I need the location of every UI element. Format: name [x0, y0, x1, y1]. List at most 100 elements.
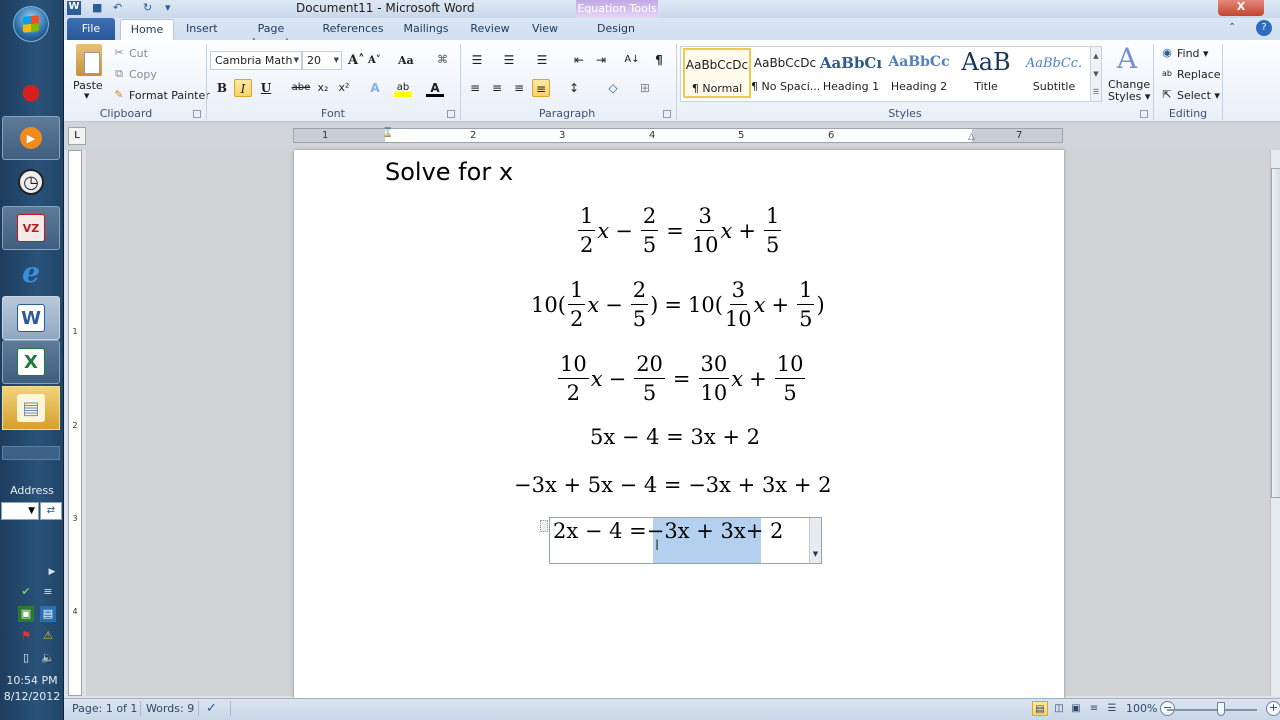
equation-line-6[interactable]: 2x − 4 = −3x + 3x + 2 — [553, 519, 783, 543]
clock-date[interactable]: 8/12/2012 — [0, 690, 64, 703]
justify-button[interactable]: ≡ — [532, 79, 550, 97]
minimize-ribbon-icon[interactable]: ⌃ — [1228, 22, 1236, 33]
style-normal[interactable]: AaBbCcDc ¶ Normal — [683, 48, 751, 98]
taskbar-media-player[interactable]: ▶ — [2, 116, 60, 160]
zoom-in-button[interactable]: + — [1266, 701, 1280, 716]
font-launcher-icon[interactable] — [447, 110, 455, 118]
close-button[interactable]: X — [1218, 0, 1264, 16]
paste-icon[interactable] — [76, 44, 102, 76]
tray-monitor-icon[interactable]: ▣ — [18, 606, 34, 622]
vertical-ruler[interactable]: 1 2 3 4 — [68, 150, 82, 696]
address-go-button[interactable]: ⇄ — [40, 502, 62, 520]
tray-connection-icon[interactable]: ▤ — [40, 606, 56, 622]
scrollbar-thumb[interactable] — [1271, 168, 1280, 498]
style-heading-2[interactable]: AaBbCc Heading 2 — [885, 48, 953, 98]
tab-view[interactable]: View — [530, 22, 560, 40]
tray-flag-icon[interactable]: ⚑ — [18, 628, 34, 644]
style-subtitle[interactable]: AaBbCc. Subtitle — [1020, 48, 1088, 98]
text-effects-button[interactable]: A — [366, 79, 384, 97]
taskbar-excel[interactable]: X — [2, 340, 60, 384]
style-title[interactable]: AaB Title — [952, 48, 1020, 98]
italic-button[interactable]: I — [234, 79, 252, 97]
taskbar-file-explorer[interactable]: ▤ — [2, 386, 60, 430]
align-left-button[interactable]: ≡ — [466, 79, 484, 97]
tray-network-ok-icon[interactable]: ✔ — [18, 584, 34, 600]
tray-warning-icon[interactable]: ⚠ — [40, 628, 56, 644]
tab-home[interactable]: Home — [120, 19, 174, 41]
proofing-icon[interactable]: ✓ — [206, 701, 217, 716]
change-case-button[interactable]: Aa — [398, 54, 414, 67]
print-layout-view-button[interactable]: ▤ — [1032, 701, 1048, 716]
replace-button[interactable]: ab Replace — [1160, 67, 1221, 81]
tray-expand-icon[interactable]: ▶ — [44, 564, 60, 580]
cut-button[interactable]: ✂ Cut — [112, 46, 148, 60]
chevron-down-icon[interactable]: ▼ — [334, 52, 339, 69]
tray-volume-muted-icon[interactable]: 🔈 — [40, 650, 56, 666]
tab-mailings[interactable]: Mailings — [402, 22, 450, 40]
font-color-button[interactable]: A — [426, 79, 444, 97]
zoom-slider-thumb[interactable] — [1217, 702, 1225, 716]
draft-view-button[interactable]: ☰ — [1104, 701, 1120, 716]
style-no-spacing[interactable]: AaBbCcDc ¶ No Spaci... — [751, 48, 820, 98]
taskbar-pdf-app[interactable]: VZ — [2, 206, 60, 250]
line-spacing-button[interactable]: ↕ — [565, 79, 583, 97]
equation-line-3[interactable]: 10 2 x − 20 5 = 30 10 x + 10 5 — [556, 350, 807, 407]
taskbar-internet-explorer[interactable]: e — [2, 250, 60, 294]
grow-font-button[interactable]: A˄ — [348, 53, 365, 68]
equation-line-5[interactable]: −3x + 5x − 4 = −3x + 3x + 2 — [514, 473, 831, 497]
clear-formatting-button[interactable]: ⌘ — [437, 53, 448, 66]
underline-button[interactable]: U — [257, 79, 275, 97]
copy-button[interactable]: ⧉ Copy — [112, 67, 157, 81]
word-count[interactable]: Words: 9 — [146, 702, 194, 715]
help-icon[interactable]: ? — [1256, 20, 1272, 36]
outline-view-button[interactable]: ≡ — [1086, 701, 1102, 716]
shrink-font-button[interactable]: A˅ — [368, 55, 381, 66]
tray-battery-icon[interactable]: ▯ — [18, 650, 34, 666]
tab-insert[interactable]: Insert — [186, 22, 218, 40]
tab-page-layout[interactable]: Page Layout — [238, 22, 304, 49]
page-count[interactable]: Page: 1 of 1 — [72, 702, 137, 715]
equation-options-dropdown[interactable]: ▼ — [809, 518, 821, 563]
styles-scroll[interactable]: ▲ ▼ ☰ — [1090, 46, 1102, 102]
tab-references[interactable]: References — [322, 22, 384, 40]
paragraph-launcher-icon[interactable] — [663, 110, 671, 118]
sort-button[interactable]: A↓ — [623, 51, 641, 69]
address-input[interactable]: ▼ — [1, 502, 39, 520]
equation-line-4[interactable]: 5x − 4 = 3x + 2 — [590, 425, 760, 449]
paste-button[interactable]: Paste — [73, 79, 103, 92]
clock-time[interactable]: 10:54 PM — [0, 674, 64, 687]
taskbar-scroll[interactable] — [2, 446, 60, 460]
multilevel-list-button[interactable]: ☰ — [533, 51, 551, 69]
taskbar-pin-icon[interactable]: ● — [2, 70, 60, 114]
font-size-combo[interactable]: 20 ▼ — [302, 51, 342, 70]
decrease-indent-button[interactable]: ⇤ — [570, 51, 588, 69]
equation-line-1[interactable]: 12 x − 25 = 3 10 x + 15 — [576, 202, 783, 259]
equation-drag-handle[interactable] — [540, 520, 548, 532]
bold-button[interactable]: B — [213, 79, 231, 97]
tab-design[interactable]: Design — [590, 22, 642, 40]
right-indent-marker[interactable]: △ — [968, 131, 975, 144]
strikethrough-button[interactable]: abe — [290, 79, 312, 97]
redo-icon[interactable]: ↻ — [143, 1, 152, 15]
equation-line-2[interactable]: 10( 12 x − 25 ) = 10( 3 10 x + 15 ) — [531, 276, 825, 333]
shading-button[interactable]: ◇ — [604, 79, 622, 97]
start-button[interactable] — [2, 2, 60, 46]
web-layout-button[interactable]: ▣ — [1068, 701, 1084, 716]
vertical-scrollbar[interactable] — [1270, 150, 1280, 696]
numbering-button[interactable]: ☰ — [500, 51, 518, 69]
increase-indent-button[interactable]: ⇥ — [592, 51, 610, 69]
tab-selector[interactable]: L — [68, 127, 86, 145]
style-heading-1[interactable]: AaBbCı Heading 1 — [817, 48, 885, 98]
format-painter-button[interactable]: ✎ Format Painter — [112, 88, 209, 102]
borders-button[interactable]: ⊞ — [636, 79, 654, 97]
align-right-button[interactable]: ≡ — [510, 79, 528, 97]
change-styles-icon[interactable]: A — [1110, 44, 1144, 74]
clipboard-launcher-icon[interactable] — [193, 110, 201, 118]
change-styles-dropdown[interactable]: Styles ▾ — [1108, 90, 1150, 103]
taskbar-clock[interactable]: ◷ — [2, 160, 60, 204]
find-button[interactable]: ◉ Find ▾ — [1160, 46, 1208, 60]
full-screen-reading-button[interactable]: ◫ — [1051, 701, 1067, 716]
bullets-button[interactable]: ☰ — [468, 51, 486, 69]
superscript-button[interactable]: x² — [335, 79, 353, 97]
chevron-down-icon[interactable]: ▼ — [294, 52, 299, 69]
